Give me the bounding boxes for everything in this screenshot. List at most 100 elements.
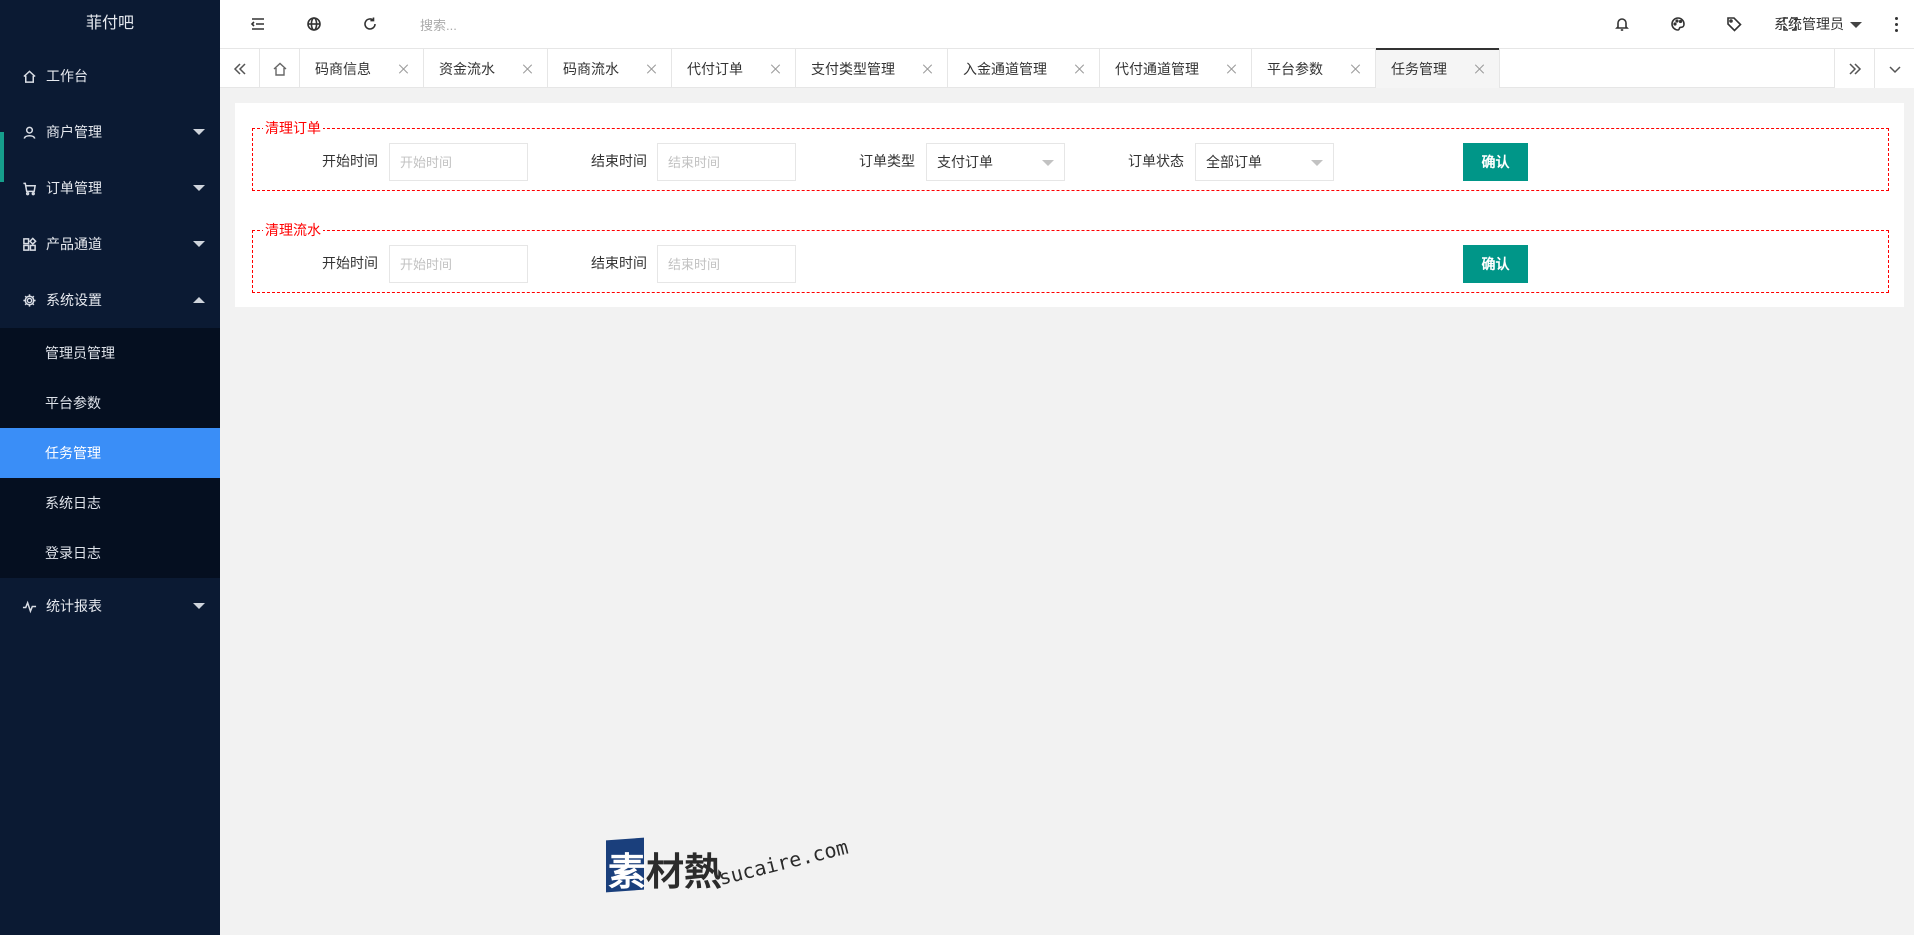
tabs-scroll-left-icon[interactable] (220, 49, 260, 88)
confirm-clear-flow-button[interactable]: 确认 (1463, 245, 1528, 283)
tab-bar: 码商信息 资金流水 码商流水 代付订单 支付类型管理 入金通道管理 代付通道管理… (220, 48, 1914, 88)
user-name: 系统管理员 (1774, 16, 1844, 32)
tab-label: 码商信息 (315, 60, 371, 77)
select-value: 全部订单 (1206, 154, 1262, 170)
system-submenu: 管理员管理 平台参数 任务管理 系统日志 登录日志 (0, 328, 220, 578)
tab-fund-flow[interactable]: 资金流水 (424, 49, 548, 88)
watermark-text-en: sucaire.com (716, 834, 851, 890)
search-input[interactable] (420, 14, 680, 36)
chevron-up-icon (193, 297, 205, 303)
fieldset-legend: 清理流水 (263, 221, 323, 239)
refresh-icon[interactable] (358, 12, 382, 36)
chevron-down-icon (193, 241, 205, 247)
close-icon[interactable] (523, 64, 533, 74)
apps-icon (20, 235, 38, 253)
sidebar-subitem-platform-params[interactable]: 平台参数 (0, 378, 220, 428)
watermark-logo: 素材熱 sucaire.com (606, 834, 856, 896)
user-menu[interactable]: 系统管理员 (1774, 0, 1862, 48)
tag-icon[interactable] (1722, 12, 1746, 36)
close-icon[interactable] (1227, 64, 1237, 74)
tab-payout-orders[interactable]: 代付订单 (672, 49, 796, 88)
sidebar-item-label: 统计报表 (46, 598, 102, 614)
end-time-input[interactable] (657, 143, 796, 181)
sidebar-item-workbench[interactable]: 工作台 (0, 48, 220, 104)
confirm-clear-orders-button[interactable]: 确认 (1463, 143, 1528, 181)
bell-icon[interactable] (1610, 12, 1634, 36)
tabs-scroll-right-icon[interactable] (1834, 49, 1874, 88)
tab-label: 任务管理 (1391, 60, 1447, 77)
sidebar-item-orders[interactable]: 订单管理 (0, 160, 220, 216)
tab-payout-channel[interactable]: 代付通道管理 (1100, 49, 1252, 88)
sidebar-item-reports[interactable]: 统计报表 (0, 578, 220, 634)
caret-down-icon (1850, 22, 1862, 29)
more-icon[interactable] (1892, 13, 1900, 35)
watermark-text-zh: 素材熱 (608, 850, 723, 894)
chevron-down-icon (193, 185, 205, 191)
app-logo: 菲付吧 (85, 15, 134, 32)
tab-deposit-channel[interactable]: 入金通道管理 (948, 49, 1100, 88)
tab-label: 资金流水 (439, 60, 495, 77)
close-icon[interactable] (1075, 64, 1085, 74)
top-header: 系统管理员 (220, 0, 1914, 48)
close-icon[interactable] (771, 64, 781, 74)
cart-icon (20, 179, 38, 197)
theme-icon[interactable] (1666, 12, 1690, 36)
sidebar-subitem-task-management[interactable]: 任务管理 (0, 428, 220, 478)
order-type-label: 订单类型 (859, 153, 915, 169)
tab-platform-params[interactable]: 平台参数 (1252, 49, 1376, 88)
tab-task-management[interactable]: 任务管理 (1376, 48, 1500, 88)
start-time-input[interactable] (389, 143, 528, 181)
tab-label: 代付通道管理 (1115, 60, 1199, 77)
gear-icon (20, 291, 38, 309)
end-time-input[interactable] (657, 245, 796, 283)
sidebar-item-label: 商户管理 (46, 124, 102, 140)
sidebar-subitem-system-log[interactable]: 系统日志 (0, 478, 220, 528)
sidebar-item-label: 系统设置 (46, 292, 102, 308)
end-time-label: 结束时间 (591, 255, 647, 271)
globe-icon[interactable] (302, 12, 326, 36)
start-time-input[interactable] (389, 245, 528, 283)
sidebar-item-label: 订单管理 (46, 180, 102, 196)
tab-label: 入金通道管理 (963, 60, 1047, 77)
tab-merchant-info[interactable]: 码商信息 (300, 49, 424, 88)
user-icon (20, 123, 38, 141)
close-icon[interactable] (399, 64, 409, 74)
sidebar-item-system-settings[interactable]: 系统设置 (0, 272, 220, 328)
task-card: 清理订单 开始时间 结束时间 订单类型 支付订单 订单状态 全部订单 确认 清理… (235, 103, 1904, 307)
home-icon (20, 67, 38, 85)
start-time-label: 开始时间 (322, 255, 378, 271)
clear-orders-fieldset: 清理订单 开始时间 结束时间 订单类型 支付订单 订单状态 全部订单 确认 (252, 119, 1889, 191)
end-time-label: 结束时间 (591, 153, 647, 169)
close-icon[interactable] (1351, 64, 1361, 74)
home-tab-icon[interactable] (260, 49, 300, 88)
close-icon[interactable] (923, 64, 933, 74)
caret-down-icon (1311, 160, 1323, 166)
sidebar-subitem-admin[interactable]: 管理员管理 (0, 328, 220, 378)
tab-label: 支付类型管理 (811, 60, 895, 77)
tab-merchant-flow[interactable]: 码商流水 (548, 49, 672, 88)
sidebar-item-product-channel[interactable]: 产品通道 (0, 216, 220, 272)
close-icon[interactable] (1475, 64, 1485, 74)
tab-label: 代付订单 (687, 60, 743, 77)
sidebar-item-merchant[interactable]: 商户管理 (0, 104, 220, 182)
order-status-select[interactable]: 全部订单 (1195, 143, 1334, 181)
order-type-select[interactable]: 支付订单 (926, 143, 1065, 181)
tabs-dropdown-icon[interactable] (1874, 49, 1914, 88)
sidebar-item-label: 工作台 (46, 68, 88, 84)
fieldset-legend: 清理订单 (263, 119, 323, 137)
tab-label: 平台参数 (1267, 60, 1323, 77)
order-status-label: 订单状态 (1128, 153, 1184, 169)
menu-fold-icon[interactable] (246, 12, 270, 36)
tab-pay-type[interactable]: 支付类型管理 (796, 49, 948, 88)
chevron-down-icon (193, 603, 205, 609)
pulse-icon (20, 597, 38, 615)
tab-label: 码商流水 (563, 60, 619, 77)
start-time-label: 开始时间 (322, 153, 378, 169)
tab-list: 码商信息 资金流水 码商流水 代付订单 支付类型管理 入金通道管理 代付通道管理… (300, 48, 1500, 88)
sidebar: 菲付吧 工作台 商户管理 订单管理 产品通道 系统设置 管理员管理 平台参数 任… (0, 0, 220, 935)
select-value: 支付订单 (937, 154, 993, 170)
sidebar-item-label: 产品通道 (46, 236, 102, 252)
close-icon[interactable] (647, 64, 657, 74)
caret-down-icon (1042, 160, 1054, 166)
sidebar-subitem-login-log[interactable]: 登录日志 (0, 528, 220, 578)
